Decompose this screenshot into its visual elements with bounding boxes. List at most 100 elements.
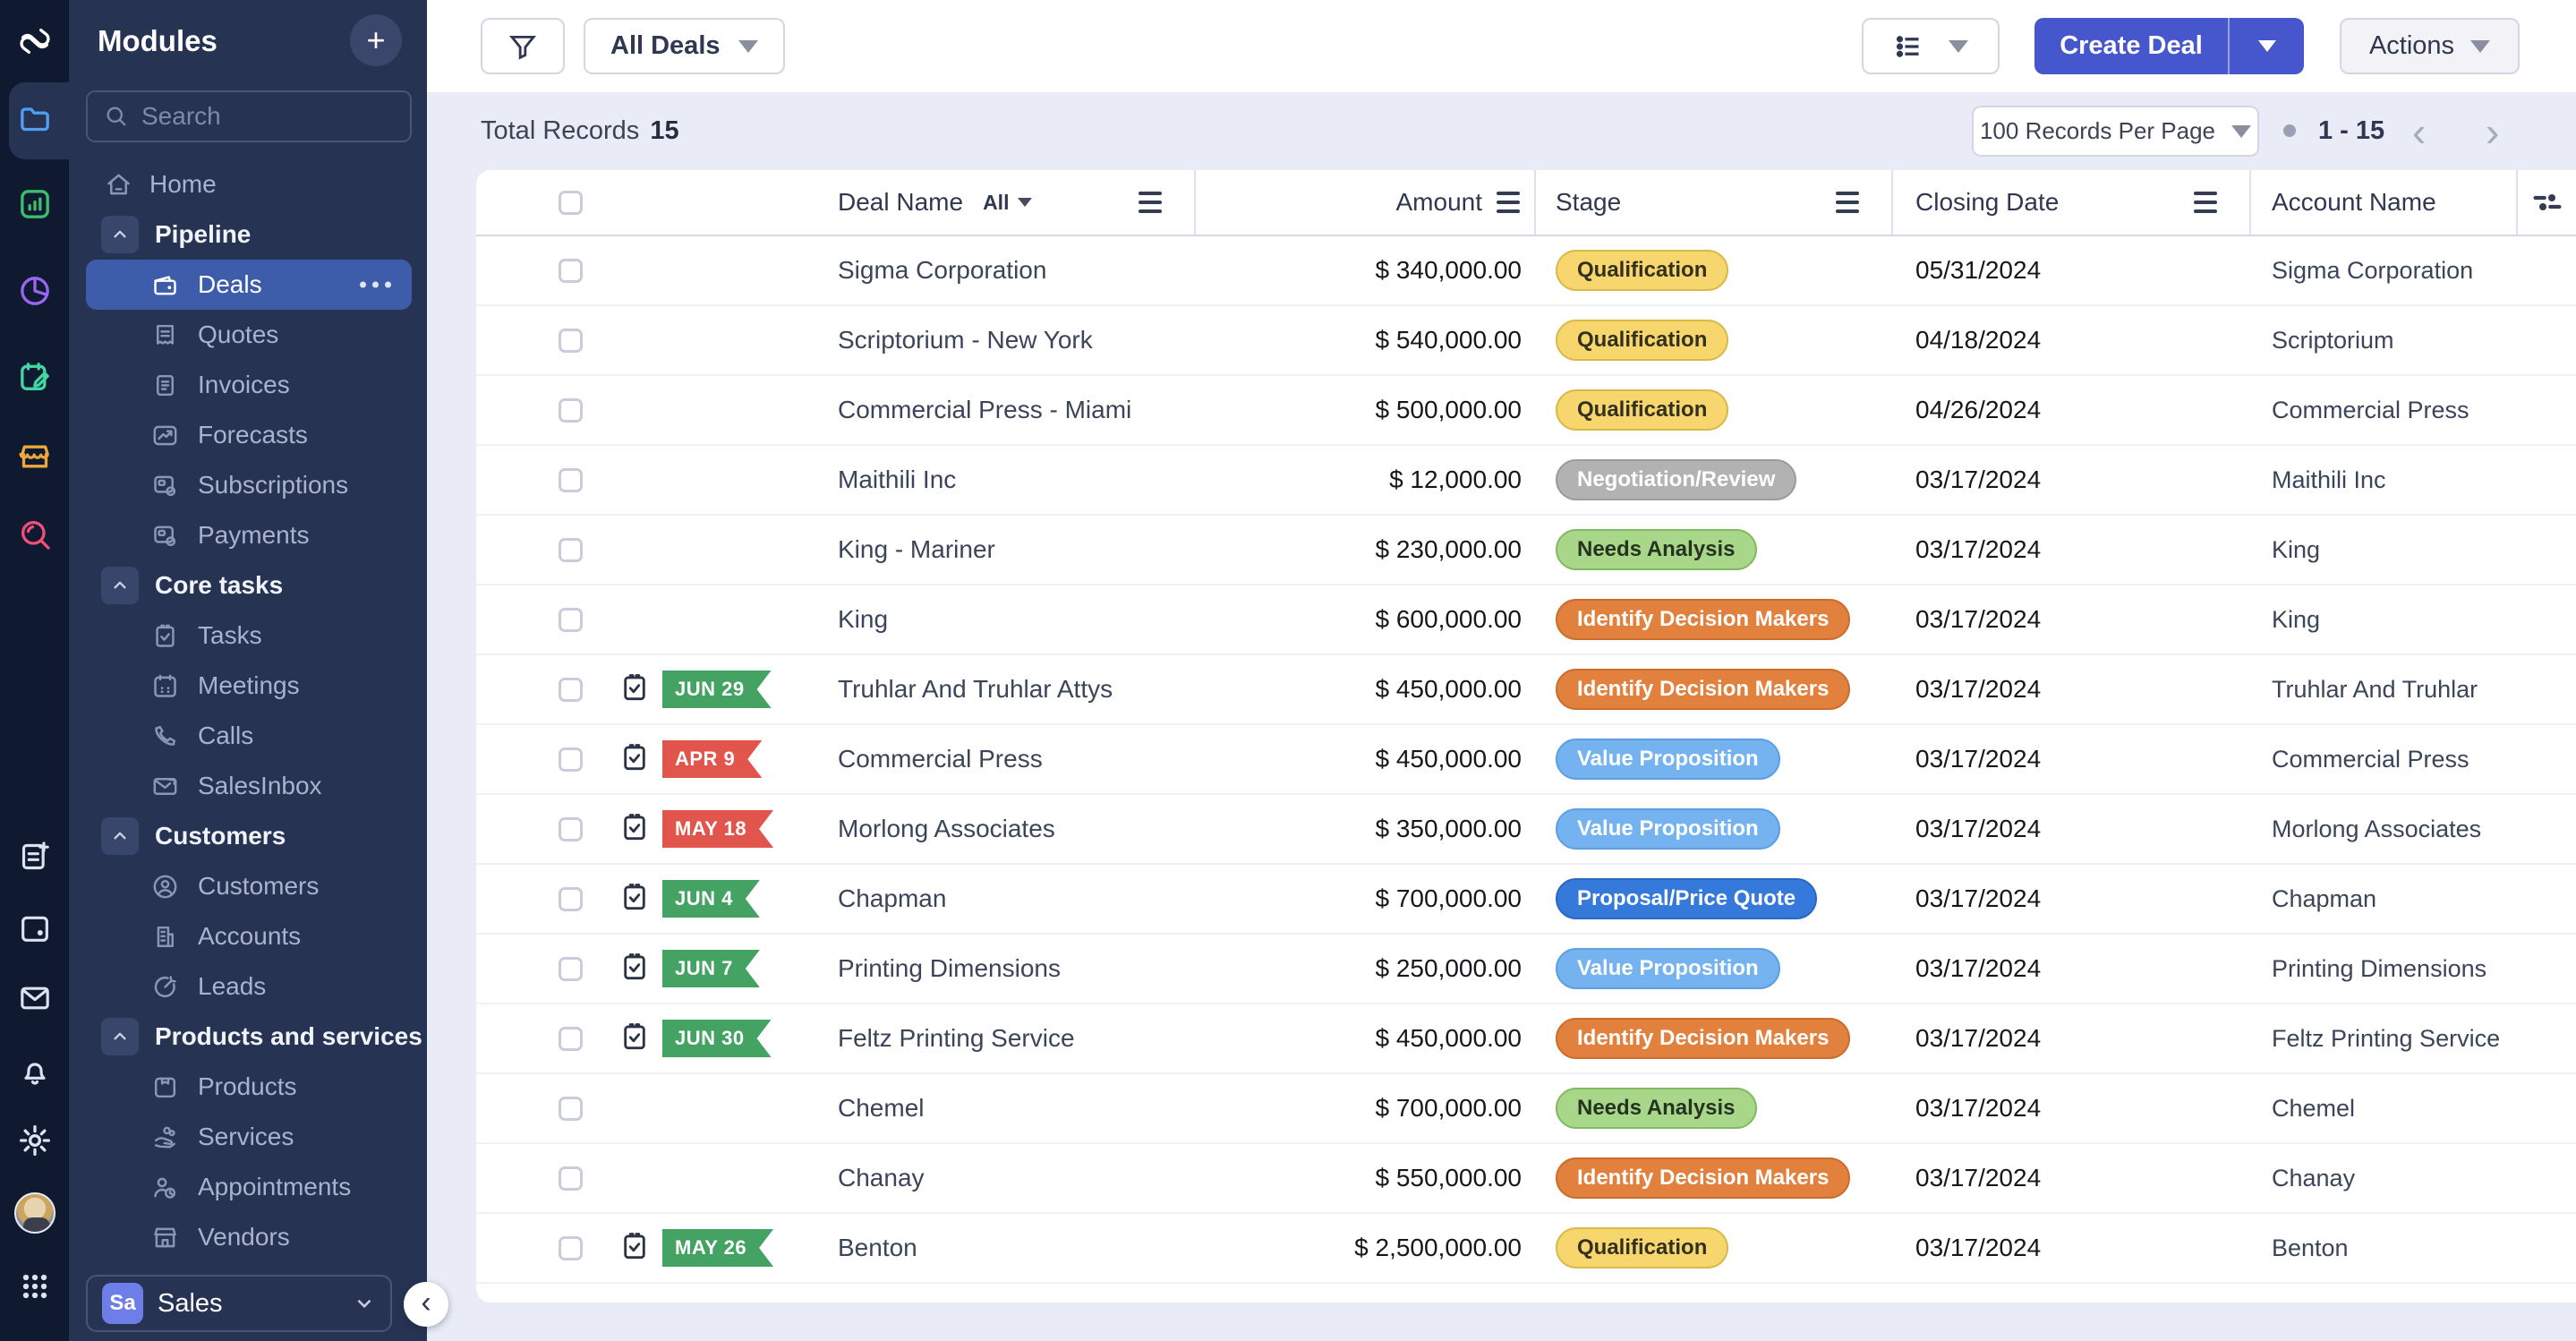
column-menu-icon[interactable] [1497, 192, 1520, 213]
sidebar-collapse-button[interactable]: ‹ [404, 1282, 448, 1327]
task-due-flag[interactable]: JUN 7 [662, 950, 760, 987]
deal-name[interactable]: Truhlar And Truhlar Attys [838, 675, 1113, 704]
user-avatar[interactable] [0, 1184, 69, 1242]
pie-chart-icon[interactable] [0, 262, 69, 320]
account-name[interactable]: King [2272, 606, 2320, 634]
deal-name[interactable]: Chanay [838, 1164, 925, 1192]
row-checkbox[interactable] [559, 1027, 583, 1051]
sidebar-item-core-tasks[interactable]: Core tasks [69, 560, 427, 611]
account-name[interactable]: Scriptorium [2272, 327, 2394, 354]
task-due-flag[interactable]: MAY 18 [662, 810, 773, 848]
calendar-dot-icon[interactable] [0, 900, 69, 957]
account-name[interactable]: Commercial Press [2272, 397, 2469, 424]
account-name[interactable]: Sigma Corporation [2272, 257, 2473, 285]
sidebar-item-customers[interactable]: Customers [69, 811, 427, 861]
sidebar-item-home[interactable]: Home [69, 159, 427, 209]
sidebar-item-meetings[interactable]: Meetings [69, 661, 427, 711]
sidebar-item-forecasts[interactable]: Forecasts [69, 410, 427, 460]
row-checkbox[interactable] [559, 887, 583, 911]
table-row[interactable]: King$ 600,000.00Identify Decision Makers… [476, 585, 2576, 655]
deal-name[interactable]: Feltz Printing Service [838, 1024, 1075, 1053]
sidebar-item-quotes[interactable]: Quotes [69, 310, 427, 360]
task-icon[interactable] [618, 1018, 652, 1060]
bar-chart-icon[interactable] [0, 175, 69, 233]
sidebar-item-invoices[interactable]: Invoices [69, 360, 427, 410]
task-icon[interactable] [618, 948, 652, 990]
magnifier-icon[interactable] [0, 506, 69, 563]
deal-name[interactable]: Scriptorium - New York [838, 326, 1093, 354]
workspace-selector[interactable]: Sa Sales [86, 1275, 392, 1332]
row-checkbox[interactable] [559, 259, 583, 283]
account-name[interactable]: Chapman [2272, 885, 2376, 913]
customize-columns-button[interactable] [2518, 170, 2576, 235]
deal-name[interactable]: Commercial Press [838, 745, 1043, 773]
row-checkbox[interactable] [559, 1166, 583, 1191]
section-collapse-button[interactable] [101, 817, 139, 855]
deal-name[interactable]: King [838, 605, 888, 634]
account-name[interactable]: Chemel [2272, 1095, 2355, 1123]
deal-name[interactable]: Sigma Corporation [838, 256, 1046, 285]
task-icon[interactable] [618, 739, 652, 781]
sidebar-item-salesinbox[interactable]: SalesInbox [69, 761, 427, 811]
row-checkbox[interactable] [559, 398, 583, 423]
section-collapse-button[interactable] [101, 567, 139, 604]
table-row[interactable]: Chanay$ 550,000.00Identify Decision Make… [476, 1144, 2576, 1214]
select-all-checkbox[interactable] [559, 191, 583, 215]
row-checkbox[interactable] [559, 1097, 583, 1121]
account-name[interactable]: Feltz Printing Service [2272, 1025, 2500, 1053]
bell-icon[interactable] [0, 1042, 69, 1099]
sidebar-item-calls[interactable]: Calls [69, 711, 427, 761]
sidebar-search-input[interactable]: Search [86, 90, 412, 142]
account-name[interactable]: Morlong Associates [2272, 816, 2481, 843]
row-checkbox[interactable] [559, 957, 583, 981]
deal-name[interactable]: Printing Dimensions [838, 954, 1061, 983]
deal-name[interactable]: Maithili Inc [838, 466, 956, 494]
column-header-account-name[interactable]: Account Name [2251, 170, 2518, 235]
sidebar-item-appointments[interactable]: Appointments [69, 1162, 427, 1212]
table-row[interactable]: Sigma Corporation$ 340,000.00Qualificati… [476, 236, 2576, 306]
row-checkbox[interactable] [559, 538, 583, 562]
deal-name[interactable]: Chapman [838, 884, 946, 913]
sidebar-item-deals[interactable]: Deals [69, 260, 427, 310]
pagination-prev-button[interactable]: ‹ [2412, 92, 2426, 170]
sidebar-item-tasks[interactable]: Tasks [69, 611, 427, 661]
account-name[interactable]: King [2272, 536, 2320, 564]
sidebar-item-products[interactable]: Products [69, 1062, 427, 1112]
table-row[interactable]: MAY 26Benton$ 2,500,000.00Qualification0… [476, 1214, 2576, 1284]
column-menu-icon[interactable] [2194, 192, 2217, 213]
deal-name[interactable]: Morlong Associates [838, 815, 1055, 843]
add-module-button[interactable]: + [350, 14, 402, 66]
task-due-flag[interactable]: JUN 29 [662, 670, 772, 708]
task-icon[interactable] [618, 808, 652, 850]
deal-name[interactable]: King - Mariner [838, 535, 995, 564]
row-checkbox[interactable] [559, 329, 583, 353]
section-collapse-button[interactable] [101, 1018, 139, 1055]
sidebar-item-accounts[interactable]: Accounts [69, 911, 427, 961]
table-row[interactable]: Scriptorium - New York$ 540,000.00Qualif… [476, 306, 2576, 376]
envelope-icon[interactable] [0, 969, 69, 1027]
table-row[interactable]: MAY 18Morlong Associates$ 350,000.00Valu… [476, 795, 2576, 865]
column-header-closing-date[interactable]: Closing Date [1893, 170, 2251, 235]
grid-dots-icon[interactable] [0, 1258, 69, 1315]
sidebar-item-leads[interactable]: Leads [69, 961, 427, 1012]
storefront-icon[interactable] [0, 428, 69, 485]
account-name[interactable]: Benton [2272, 1234, 2349, 1262]
row-checkbox[interactable] [559, 678, 583, 702]
doc-plus-icon[interactable] [0, 828, 69, 885]
account-name[interactable]: Commercial Press [2272, 746, 2469, 773]
actions-button[interactable]: Actions [2340, 18, 2520, 74]
table-row[interactable]: APR 9Commercial Press$ 450,000.00Value P… [476, 725, 2576, 795]
sidebar-item-vendors[interactable]: Vendors [69, 1212, 427, 1262]
account-name[interactable]: Truhlar And Truhlar [2272, 676, 2478, 704]
task-icon[interactable] [618, 878, 652, 920]
table-row[interactable]: Commercial Press - Miami$ 500,000.00Qual… [476, 376, 2576, 446]
task-icon[interactable] [618, 669, 652, 711]
task-icon[interactable] [618, 1227, 652, 1269]
gear-icon[interactable] [0, 1112, 69, 1169]
sidebar-item-pipeline[interactable]: Pipeline [69, 209, 427, 260]
task-due-flag[interactable]: APR 9 [662, 740, 762, 778]
table-row[interactable]: Maithili Inc$ 12,000.00Negotiation/Revie… [476, 446, 2576, 516]
deal-name[interactable]: Chemel [838, 1094, 924, 1123]
view-selector[interactable]: All Deals [584, 18, 785, 74]
folder-icon[interactable] [0, 90, 69, 147]
